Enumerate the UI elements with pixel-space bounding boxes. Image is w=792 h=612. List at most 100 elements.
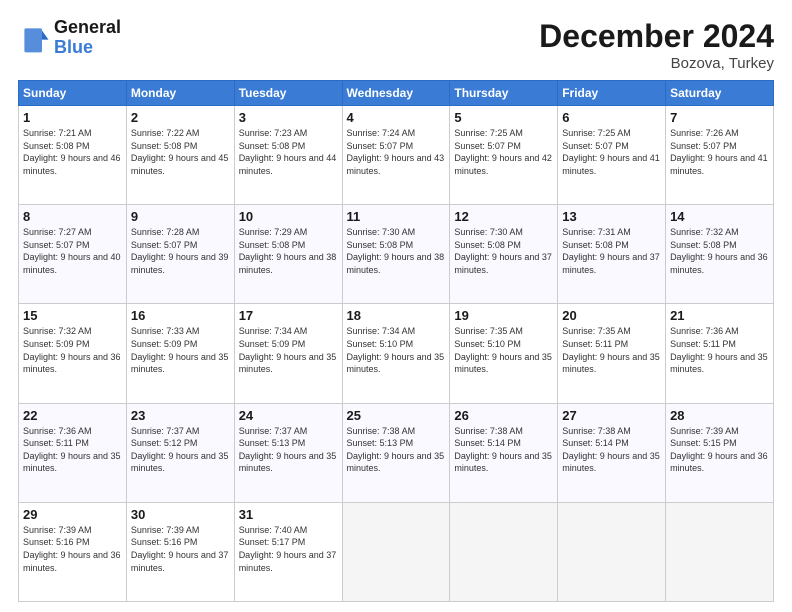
weekday-header-sunday: Sunday [19, 81, 127, 106]
day-info: Sunrise: 7:33 AMSunset: 5:09 PMDaylight:… [131, 326, 229, 374]
day-info: Sunrise: 7:28 AMSunset: 5:07 PMDaylight:… [131, 227, 229, 275]
weekday-header-row: SundayMondayTuesdayWednesdayThursdayFrid… [19, 81, 774, 106]
page: General Blue December 2024 Bozova, Turke… [0, 0, 792, 612]
day-info: Sunrise: 7:25 AMSunset: 5:07 PMDaylight:… [562, 128, 660, 176]
day-info: Sunrise: 7:32 AMSunset: 5:09 PMDaylight:… [23, 326, 121, 374]
day-cell-17: 17 Sunrise: 7:34 AMSunset: 5:09 PMDaylig… [234, 304, 342, 403]
day-info: Sunrise: 7:27 AMSunset: 5:07 PMDaylight:… [23, 227, 121, 275]
day-info: Sunrise: 7:37 AMSunset: 5:12 PMDaylight:… [131, 426, 229, 474]
calendar: SundayMondayTuesdayWednesdayThursdayFrid… [18, 80, 774, 602]
day-number: 18 [347, 308, 446, 323]
weekday-header-friday: Friday [558, 81, 666, 106]
day-cell-9: 9 Sunrise: 7:28 AMSunset: 5:07 PMDayligh… [126, 205, 234, 304]
day-info: Sunrise: 7:34 AMSunset: 5:10 PMDaylight:… [347, 326, 445, 374]
day-number: 5 [454, 110, 553, 125]
weekday-header-wednesday: Wednesday [342, 81, 450, 106]
day-number: 23 [131, 408, 230, 423]
logo: General Blue [18, 18, 121, 58]
day-info: Sunrise: 7:32 AMSunset: 5:08 PMDaylight:… [670, 227, 768, 275]
day-cell-20: 20 Sunrise: 7:35 AMSunset: 5:11 PMDaylig… [558, 304, 666, 403]
day-number: 2 [131, 110, 230, 125]
day-info: Sunrise: 7:22 AMSunset: 5:08 PMDaylight:… [131, 128, 229, 176]
day-info: Sunrise: 7:39 AMSunset: 5:15 PMDaylight:… [670, 426, 768, 474]
day-number: 9 [131, 209, 230, 224]
day-number: 10 [239, 209, 338, 224]
week-row-4: 22 Sunrise: 7:36 AMSunset: 5:11 PMDaylig… [19, 403, 774, 502]
day-number: 16 [131, 308, 230, 323]
day-number: 7 [670, 110, 769, 125]
day-number: 8 [23, 209, 122, 224]
day-cell-12: 12 Sunrise: 7:30 AMSunset: 5:08 PMDaylig… [450, 205, 558, 304]
weekday-header-tuesday: Tuesday [234, 81, 342, 106]
logo-blue: Blue [54, 38, 121, 58]
title-block: December 2024 Bozova, Turkey [539, 18, 774, 72]
day-cell-29: 29 Sunrise: 7:39 AMSunset: 5:16 PMDaylig… [19, 502, 127, 601]
day-info: Sunrise: 7:39 AMSunset: 5:16 PMDaylight:… [131, 525, 229, 573]
day-number: 21 [670, 308, 769, 323]
logo-general: General [54, 18, 121, 38]
day-info: Sunrise: 7:35 AMSunset: 5:11 PMDaylight:… [562, 326, 660, 374]
day-info: Sunrise: 7:25 AMSunset: 5:07 PMDaylight:… [454, 128, 552, 176]
day-info: Sunrise: 7:38 AMSunset: 5:14 PMDaylight:… [562, 426, 660, 474]
empty-cell [558, 502, 666, 601]
day-info: Sunrise: 7:38 AMSunset: 5:13 PMDaylight:… [347, 426, 445, 474]
day-number: 1 [23, 110, 122, 125]
day-cell-21: 21 Sunrise: 7:36 AMSunset: 5:11 PMDaylig… [666, 304, 774, 403]
day-info: Sunrise: 7:35 AMSunset: 5:10 PMDaylight:… [454, 326, 552, 374]
day-number: 19 [454, 308, 553, 323]
day-number: 13 [562, 209, 661, 224]
day-cell-19: 19 Sunrise: 7:35 AMSunset: 5:10 PMDaylig… [450, 304, 558, 403]
day-number: 12 [454, 209, 553, 224]
day-cell-7: 7 Sunrise: 7:26 AMSunset: 5:07 PMDayligh… [666, 106, 774, 205]
day-cell-30: 30 Sunrise: 7:39 AMSunset: 5:16 PMDaylig… [126, 502, 234, 601]
day-info: Sunrise: 7:37 AMSunset: 5:13 PMDaylight:… [239, 426, 337, 474]
day-cell-15: 15 Sunrise: 7:32 AMSunset: 5:09 PMDaylig… [19, 304, 127, 403]
logo-icon [18, 22, 50, 54]
day-cell-13: 13 Sunrise: 7:31 AMSunset: 5:08 PMDaylig… [558, 205, 666, 304]
day-number: 11 [347, 209, 446, 224]
day-info: Sunrise: 7:24 AMSunset: 5:07 PMDaylight:… [347, 128, 445, 176]
day-cell-5: 5 Sunrise: 7:25 AMSunset: 5:07 PMDayligh… [450, 106, 558, 205]
day-number: 3 [239, 110, 338, 125]
day-number: 6 [562, 110, 661, 125]
week-row-3: 15 Sunrise: 7:32 AMSunset: 5:09 PMDaylig… [19, 304, 774, 403]
day-info: Sunrise: 7:36 AMSunset: 5:11 PMDaylight:… [670, 326, 768, 374]
day-cell-6: 6 Sunrise: 7:25 AMSunset: 5:07 PMDayligh… [558, 106, 666, 205]
day-cell-2: 2 Sunrise: 7:22 AMSunset: 5:08 PMDayligh… [126, 106, 234, 205]
day-number: 30 [131, 507, 230, 522]
day-cell-4: 4 Sunrise: 7:24 AMSunset: 5:07 PMDayligh… [342, 106, 450, 205]
day-number: 17 [239, 308, 338, 323]
day-number: 15 [23, 308, 122, 323]
day-number: 20 [562, 308, 661, 323]
day-info: Sunrise: 7:31 AMSunset: 5:08 PMDaylight:… [562, 227, 660, 275]
header: General Blue December 2024 Bozova, Turke… [18, 18, 774, 72]
day-cell-25: 25 Sunrise: 7:38 AMSunset: 5:13 PMDaylig… [342, 403, 450, 502]
day-cell-22: 22 Sunrise: 7:36 AMSunset: 5:11 PMDaylig… [19, 403, 127, 502]
day-number: 27 [562, 408, 661, 423]
day-cell-8: 8 Sunrise: 7:27 AMSunset: 5:07 PMDayligh… [19, 205, 127, 304]
week-row-5: 29 Sunrise: 7:39 AMSunset: 5:16 PMDaylig… [19, 502, 774, 601]
day-cell-31: 31 Sunrise: 7:40 AMSunset: 5:17 PMDaylig… [234, 502, 342, 601]
day-number: 4 [347, 110, 446, 125]
day-info: Sunrise: 7:39 AMSunset: 5:16 PMDaylight:… [23, 525, 121, 573]
day-cell-28: 28 Sunrise: 7:39 AMSunset: 5:15 PMDaylig… [666, 403, 774, 502]
day-info: Sunrise: 7:34 AMSunset: 5:09 PMDaylight:… [239, 326, 337, 374]
day-cell-27: 27 Sunrise: 7:38 AMSunset: 5:14 PMDaylig… [558, 403, 666, 502]
day-cell-1: 1 Sunrise: 7:21 AMSunset: 5:08 PMDayligh… [19, 106, 127, 205]
day-number: 14 [670, 209, 769, 224]
weekday-header-thursday: Thursday [450, 81, 558, 106]
location: Bozova, Turkey [539, 55, 774, 72]
empty-cell [666, 502, 774, 601]
day-cell-16: 16 Sunrise: 7:33 AMSunset: 5:09 PMDaylig… [126, 304, 234, 403]
day-info: Sunrise: 7:38 AMSunset: 5:14 PMDaylight:… [454, 426, 552, 474]
weekday-header-monday: Monday [126, 81, 234, 106]
day-cell-14: 14 Sunrise: 7:32 AMSunset: 5:08 PMDaylig… [666, 205, 774, 304]
day-number: 24 [239, 408, 338, 423]
day-info: Sunrise: 7:36 AMSunset: 5:11 PMDaylight:… [23, 426, 121, 474]
day-cell-10: 10 Sunrise: 7:29 AMSunset: 5:08 PMDaylig… [234, 205, 342, 304]
day-cell-26: 26 Sunrise: 7:38 AMSunset: 5:14 PMDaylig… [450, 403, 558, 502]
day-cell-24: 24 Sunrise: 7:37 AMSunset: 5:13 PMDaylig… [234, 403, 342, 502]
day-info: Sunrise: 7:30 AMSunset: 5:08 PMDaylight:… [347, 227, 445, 275]
day-cell-3: 3 Sunrise: 7:23 AMSunset: 5:08 PMDayligh… [234, 106, 342, 205]
day-number: 28 [670, 408, 769, 423]
